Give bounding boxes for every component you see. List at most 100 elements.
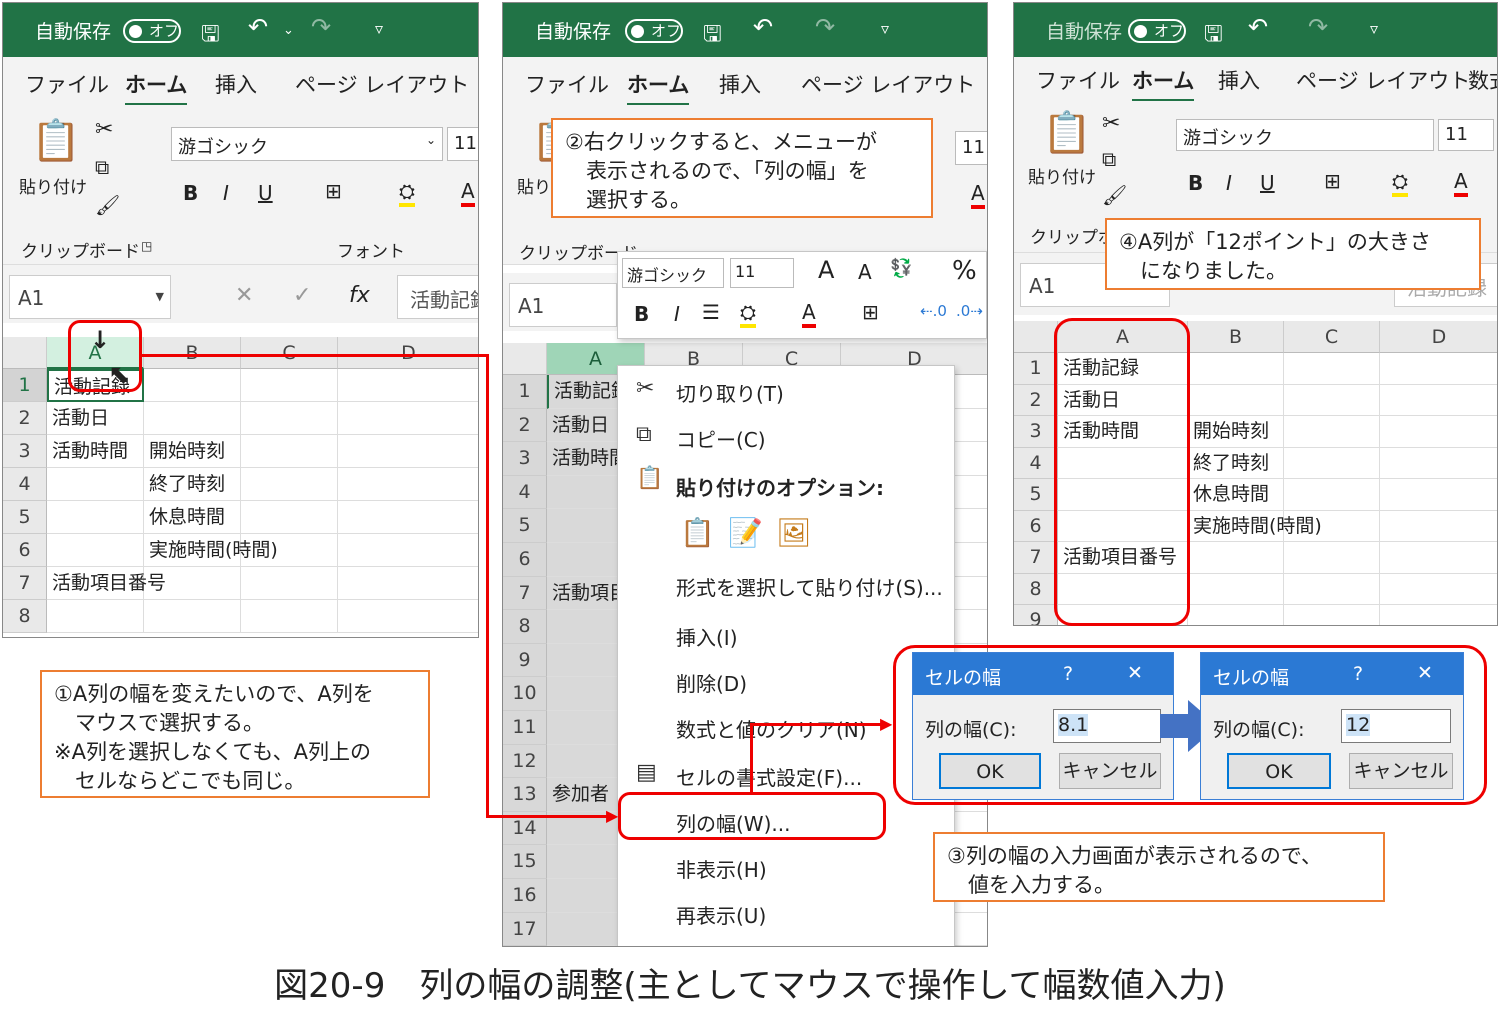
- font-size-select[interactable]: 11: [955, 131, 987, 165]
- row-header[interactable]: 9: [1014, 605, 1058, 625]
- font-color-button[interactable]: A: [461, 179, 475, 207]
- tab-file[interactable]: ファイル: [1036, 65, 1120, 95]
- row-header[interactable]: 1: [1014, 353, 1058, 385]
- row-header[interactable]: 8: [3, 600, 47, 633]
- cell-c6[interactable]: [241, 534, 338, 567]
- row-header[interactable]: 2: [503, 408, 547, 443]
- menu-item-copy[interactable]: コピー(C): [676, 424, 766, 453]
- percent-button[interactable]: %: [952, 256, 977, 286]
- paste-label[interactable]: 貼り付け: [1028, 163, 1096, 188]
- cell-a6[interactable]: [47, 534, 144, 567]
- underline-button[interactable]: U: [258, 181, 273, 205]
- cell-c5[interactable]: [241, 501, 338, 534]
- cell-d3[interactable]: [338, 435, 478, 468]
- tab-home[interactable]: ホーム: [1132, 65, 1195, 103]
- cancel-icon[interactable]: ✕: [235, 283, 253, 308]
- italic-button[interactable]: I: [1226, 171, 1232, 195]
- paste-icon[interactable]: 📋: [1042, 109, 1092, 156]
- cell-c7[interactable]: [1284, 542, 1380, 574]
- row-header[interactable]: 1: [3, 369, 47, 402]
- row-header[interactable]: 16: [503, 879, 547, 913]
- cut-icon[interactable]: ✂: [1102, 111, 1120, 136]
- cell-d2[interactable]: [1380, 385, 1497, 416]
- tab-insert[interactable]: 挿入: [215, 69, 257, 99]
- cell-d3[interactable]: [1380, 416, 1497, 448]
- paste-icon[interactable]: 📋: [31, 117, 81, 164]
- row-header[interactable]: 5: [3, 501, 47, 534]
- tab-file[interactable]: ファイル: [525, 69, 609, 99]
- column-header-b[interactable]: B: [1188, 321, 1284, 353]
- row-header[interactable]: 4: [503, 475, 547, 510]
- row-header[interactable]: 3: [3, 435, 47, 468]
- font-name-select[interactable]: 游ゴシック ⌄: [171, 127, 443, 161]
- enter-icon[interactable]: ✓: [293, 283, 311, 308]
- currency-icon[interactable]: 💱: [890, 258, 912, 279]
- row-header[interactable]: 2: [1014, 384, 1058, 416]
- cell-c4[interactable]: [1284, 447, 1380, 479]
- select-all-corner[interactable]: [1014, 321, 1058, 353]
- fx-icon[interactable]: fx: [349, 283, 370, 308]
- row-header[interactable]: 5: [503, 509, 547, 543]
- cell-a2[interactable]: 活動日: [47, 402, 144, 435]
- cell-c3[interactable]: [241, 435, 338, 468]
- fill-color-icon[interactable]: ⛭: [1392, 169, 1408, 197]
- row-header[interactable]: 1: [503, 375, 547, 409]
- autosave-toggle[interactable]: オフ: [1128, 19, 1186, 43]
- tab-page-layout[interactable]: ページ レイアウト: [295, 69, 469, 99]
- format-painter-icon[interactable]: 🖌: [95, 193, 120, 217]
- autosave-toggle[interactable]: オフ: [123, 19, 181, 43]
- save-icon[interactable]: 🖫: [1204, 17, 1223, 55]
- cell-b6[interactable]: 実施時間(時間): [1188, 510, 1322, 542]
- cell-c8[interactable]: [241, 600, 338, 633]
- row-header[interactable]: 6: [1014, 510, 1058, 542]
- menu-item-paste-special[interactable]: 形式を選択して貼り付け(S)...: [676, 572, 943, 601]
- cell-d8[interactable]: [1380, 574, 1497, 605]
- column-header-d[interactable]: D: [1380, 321, 1497, 353]
- cell-c1[interactable]: [241, 369, 338, 402]
- undo-icon[interactable]: ↶: [1248, 13, 1268, 41]
- formula-input[interactable]: 活動記録: [397, 275, 478, 319]
- underline-button[interactable]: U: [1260, 171, 1275, 195]
- select-all-corner[interactable]: [503, 343, 547, 375]
- cell-d4[interactable]: [338, 468, 478, 501]
- cell-b5[interactable]: 休息時間: [1188, 479, 1284, 511]
- mini-font-select[interactable]: 游ゴシック: [622, 258, 724, 288]
- cell-b4[interactable]: 終了時刻: [1188, 447, 1284, 479]
- cell-b7[interactable]: [1188, 542, 1284, 574]
- row-header[interactable]: 4: [3, 468, 47, 501]
- row-header[interactable]: 8: [1014, 573, 1058, 605]
- autosave-toggle[interactable]: オフ: [625, 19, 683, 43]
- align-center-icon[interactable]: ☰: [702, 300, 720, 324]
- cell-d9[interactable]: [1380, 605, 1497, 625]
- cell-d6[interactable]: [338, 534, 478, 567]
- cell-d4[interactable]: [1380, 448, 1497, 479]
- cell-b2[interactable]: [1188, 384, 1284, 416]
- cell-a3[interactable]: 活動時間: [47, 435, 144, 468]
- font-size-select[interactable]: 11: [1438, 119, 1494, 151]
- row-header[interactable]: 15: [503, 845, 547, 879]
- cell-d1[interactable]: [1380, 353, 1497, 385]
- customize-qat-icon[interactable]: ▿: [881, 19, 889, 38]
- cell-b1[interactable]: [1188, 353, 1284, 385]
- cell-b3[interactable]: 開始時刻: [1188, 416, 1284, 448]
- cell-c3[interactable]: [1284, 416, 1380, 448]
- row-header[interactable]: 9: [503, 643, 547, 678]
- tab-page-layout[interactable]: ページ レイアウト: [801, 69, 975, 99]
- tab-page-layout[interactable]: ページ レイアウト: [1296, 65, 1470, 95]
- chevron-down-icon[interactable]: ⌄: [283, 23, 294, 38]
- cell-c4[interactable]: [241, 468, 338, 501]
- column-header-b[interactable]: B: [144, 337, 241, 369]
- name-box[interactable]: A1 ▼: [9, 275, 171, 319]
- bold-button[interactable]: B: [634, 302, 649, 326]
- fill-color-icon[interactable]: ⛭: [399, 179, 415, 207]
- row-header[interactable]: 7: [1014, 542, 1058, 574]
- tab-insert[interactable]: 挿入: [719, 69, 761, 99]
- cell-b2[interactable]: [144, 402, 241, 435]
- increase-decimal-icon[interactable]: ⇠.0: [920, 302, 947, 320]
- italic-button[interactable]: I: [223, 181, 229, 205]
- cell-b4[interactable]: 終了時刻: [144, 468, 241, 501]
- cell-b6[interactable]: 実施時間(時間): [144, 534, 278, 567]
- row-header[interactable]: 2: [3, 402, 47, 435]
- cell-d7[interactable]: [338, 567, 478, 600]
- font-name-select[interactable]: 游ゴシック: [1176, 119, 1434, 151]
